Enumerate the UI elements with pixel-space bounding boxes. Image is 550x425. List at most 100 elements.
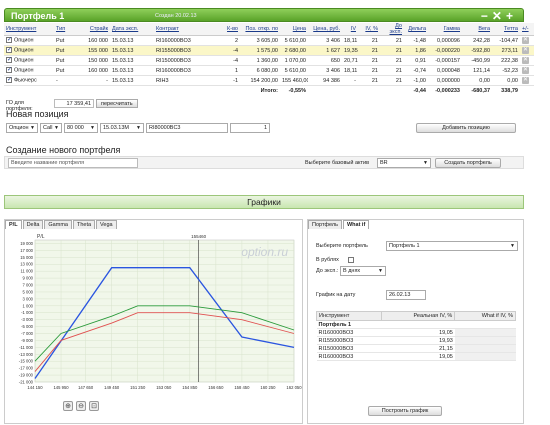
positions-col-header[interactable]: Вега — [462, 23, 492, 36]
remove-position-icon[interactable]: ✕ — [522, 67, 529, 74]
positions-col-header[interactable]: Цена, руб. — [308, 23, 342, 36]
base-asset-select[interactable]: BR ▼ — [377, 158, 431, 168]
position-cell-qty[interactable]: -4 — [218, 55, 240, 66]
tab-pl[interactable]: P/L — [5, 220, 22, 229]
position-cell-iv-pct: 21 — [358, 55, 380, 66]
position-cell-iv: 18,11 — [342, 35, 358, 46]
iv-whatif-input[interactable] — [454, 352, 516, 361]
contract-field[interactable]: RI80000BC3 — [146, 123, 228, 133]
position-checkbox[interactable] — [6, 66, 12, 74]
tab-whatif[interactable]: What if — [342, 220, 370, 229]
y-tick-label: -7 000 — [21, 331, 34, 336]
close-icon[interactable]: ✕ — [492, 9, 506, 23]
iv-row: RI155000BO3 19,93 — [316, 336, 516, 345]
go-value-field[interactable]: 17 359,41 — [54, 99, 94, 108]
portfolio-select[interactable]: Портфель 1 ▼ — [386, 241, 518, 251]
position-cell-instrument[interactable]: Опцион — [4, 55, 54, 66]
build-chart-button[interactable]: Построить график — [368, 406, 442, 416]
position-cell-contract[interactable]: RI150000BO3 — [154, 55, 218, 66]
position-cell-instrument[interactable]: Фьючерс — [4, 75, 54, 86]
tab-gamma[interactable]: Gamma — [44, 220, 72, 229]
total-delta: -0,44 — [413, 87, 426, 94]
iv-real-value: 21,15 — [381, 344, 455, 353]
position-cell-contract[interactable]: RI160000BO3 — [154, 35, 218, 46]
position-checkbox[interactable] — [6, 76, 12, 84]
create-portfolio-button[interactable]: Создать портфель — [435, 158, 501, 168]
y-tick-label: 13 000 — [20, 262, 33, 267]
total-cell — [308, 86, 342, 96]
zoom-reset-icon[interactable]: ⊡ — [89, 401, 99, 411]
position-cell-qty[interactable]: -1 — [218, 75, 240, 86]
total-label: Итого: — [260, 87, 278, 94]
total-cell — [76, 86, 110, 96]
remove-position-icon[interactable]: ✕ — [522, 47, 529, 54]
watermark: option.ru — [241, 245, 288, 259]
positions-col-header[interactable]: Инструмент — [4, 23, 54, 36]
add-icon[interactable]: + — [506, 9, 517, 23]
strike-select[interactable]: 80 000 ▼ — [64, 123, 98, 133]
positions-col-header[interactable]: Дельта — [404, 23, 428, 36]
in-rub-checkbox[interactable] — [348, 257, 354, 263]
chart-tabs: P/L Delta Gamma Theta Vega — [5, 220, 118, 229]
positions-col-header[interactable]: Страйк — [76, 23, 110, 36]
position-checkbox[interactable] — [6, 36, 12, 44]
iv-whatif-input[interactable] — [454, 336, 516, 345]
positions-col-header[interactable]: Гамма — [428, 23, 462, 36]
expiry-select[interactable]: 15.03.13M ▼ — [100, 123, 144, 133]
total-cell — [54, 86, 76, 96]
position-instrument: Опцион — [14, 57, 34, 64]
remove-position-icon[interactable]: ✕ — [522, 37, 529, 44]
minimize-icon[interactable]: − — [481, 9, 492, 23]
position-checkbox[interactable] — [6, 46, 12, 54]
to-exp-select[interactable]: В днях ▼ — [340, 266, 386, 276]
position-cell-gamma: -0,000157 — [428, 55, 462, 66]
position-cell-gamma: -0,000220 — [428, 45, 462, 56]
positions-col-header[interactable]: До эксп. — [380, 23, 404, 36]
portfolio-name-input[interactable]: Введите название портфеля — [8, 158, 138, 168]
tab-theta[interactable]: Theta — [72, 220, 96, 229]
positions-col-header[interactable]: Тип — [54, 23, 76, 36]
position-cell-instrument[interactable]: Опцион — [4, 65, 54, 76]
position-cell-qty[interactable]: 2 — [218, 35, 240, 46]
positions-col-header[interactable]: Дата эксп. — [110, 23, 154, 36]
quantity-field[interactable]: 1 — [230, 123, 270, 133]
position-cell-contract[interactable]: RI160000BO3 — [154, 65, 218, 76]
position-cell-open-price[interactable]: 6 080,00 — [240, 65, 280, 76]
position-cell-open-price[interactable]: 1 360,00 — [240, 55, 280, 66]
positions-col-header[interactable]: Контракт — [154, 23, 218, 36]
position-cell-open-price[interactable]: 1 575,00 — [240, 45, 280, 56]
tab-delta[interactable]: Delta — [22, 220, 44, 229]
y-tick-label: 7 000 — [23, 283, 34, 288]
chart-date-field[interactable]: 26.02.13 — [386, 290, 426, 300]
iv-whatif-input[interactable] — [454, 328, 516, 337]
positions-col-header[interactable]: Поз. откр. по — [240, 23, 280, 36]
position-cell-instrument[interactable]: Опцион — [4, 45, 54, 56]
iv-instrument: RI150000BO3 — [316, 344, 382, 353]
instrument-select[interactable]: Опцион ▼ — [6, 123, 38, 133]
positions-col-header[interactable]: +/- — [520, 23, 534, 36]
zoom-in-icon[interactable]: ⊕ — [63, 401, 73, 411]
position-cell-instrument[interactable]: Опцион — [4, 35, 54, 46]
position-cell-contract[interactable]: RI155000BO3 — [154, 45, 218, 56]
positions-col-header[interactable]: Цена — [280, 23, 308, 36]
position-cell-contract[interactable]: RIH3 — [154, 75, 218, 86]
positions-col-header[interactable]: IV, % — [358, 23, 380, 36]
position-cell-open-price[interactable]: 3 605,00 — [240, 35, 280, 46]
position-cell-qty[interactable]: -4 — [218, 45, 240, 56]
iv-whatif-input[interactable] — [454, 344, 516, 353]
positions-col-header[interactable]: IV — [342, 23, 358, 36]
option-type-select[interactable]: Call ▼ — [40, 123, 62, 133]
positions-col-header[interactable]: Тетта — [492, 23, 520, 36]
remove-position-icon[interactable]: ✕ — [522, 57, 529, 64]
tab-portfolio[interactable]: Портфель — [308, 220, 342, 229]
recalculate-button[interactable]: пересчитать — [96, 99, 138, 108]
add-position-button[interactable]: Добавить позицию — [416, 123, 516, 133]
position-checkbox[interactable] — [6, 56, 12, 64]
zoom-out-icon[interactable]: ⊖ — [76, 401, 86, 411]
tab-vega[interactable]: Vega — [96, 220, 117, 229]
remove-position-icon[interactable]: ✕ — [522, 77, 529, 84]
positions-col-header[interactable]: К-во — [218, 23, 240, 36]
iv-col-real: Реальная IV, % — [380, 311, 456, 321]
position-cell-open-price[interactable]: 154 200,00 — [240, 75, 280, 86]
position-cell-qty[interactable]: 1 — [218, 65, 240, 76]
